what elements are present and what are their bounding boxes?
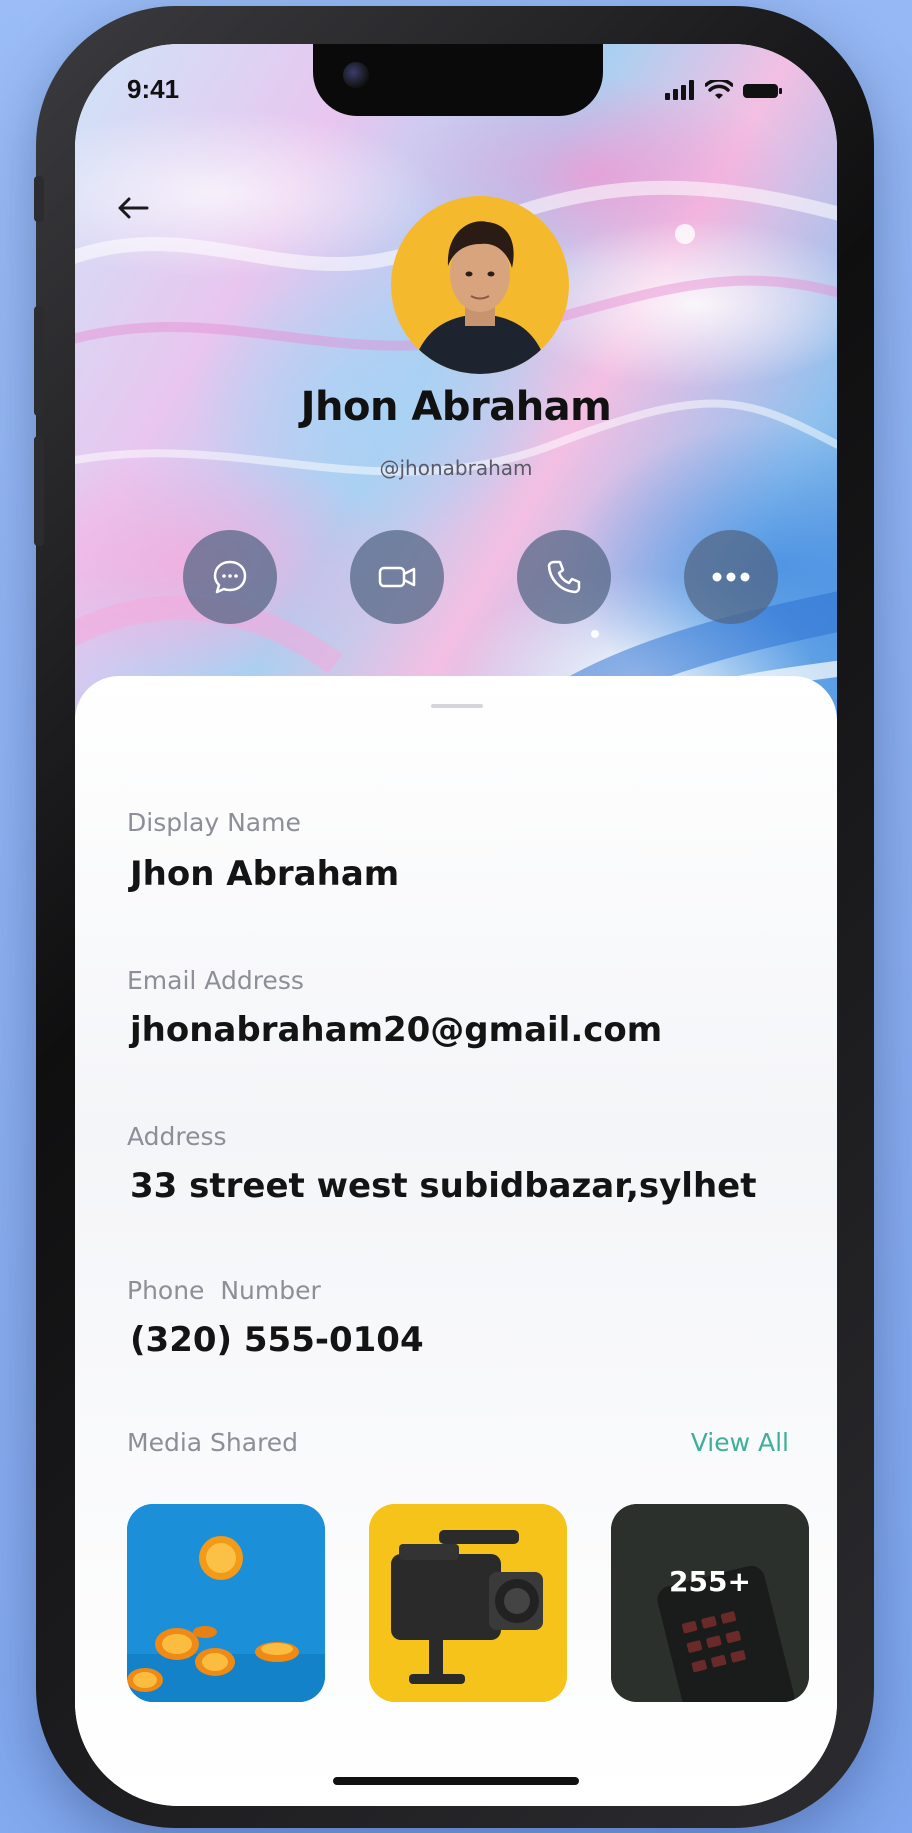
- status-icons: [665, 78, 783, 100]
- battery-icon: [743, 84, 782, 98]
- avatar[interactable]: [391, 196, 569, 374]
- phone-value: (320) 555-0104: [130, 1320, 424, 1360]
- video-call-button[interactable]: [350, 530, 444, 624]
- signal-icon: [665, 80, 694, 100]
- front-camera: [343, 62, 369, 88]
- action-buttons: [75, 530, 837, 624]
- mute-switch: [34, 176, 44, 222]
- arrow-left-icon: [118, 197, 149, 219]
- media-thumb-oranges[interactable]: [127, 1504, 325, 1702]
- media-thumb-camera[interactable]: [369, 1504, 567, 1702]
- screen: 9:41 Jhon Abraham @jhonabraham Display N…: [75, 44, 837, 1806]
- email-value: jhonabraham20@gmail.com: [130, 1010, 663, 1050]
- more-button[interactable]: [684, 530, 778, 624]
- more-dots-icon: [712, 572, 750, 582]
- phone-icon: [547, 560, 581, 594]
- profile-name: Jhon Abraham: [300, 384, 612, 430]
- view-all-link[interactable]: View All: [691, 1428, 789, 1457]
- oranges-image: [127, 1504, 325, 1702]
- address-label: Address: [127, 1122, 227, 1151]
- voice-call-button[interactable]: [517, 530, 611, 624]
- media-shared-label: Media Shared: [127, 1428, 299, 1457]
- status-time: 9:41: [127, 74, 180, 104]
- avatar-portrait: [411, 221, 549, 374]
- wifi-icon: [705, 80, 733, 99]
- profile-handle: @jhonabraham: [379, 456, 533, 480]
- home-indicator[interactable]: [333, 1777, 579, 1785]
- address-value: 33 street west subidbazar,sylhet: [130, 1166, 757, 1206]
- media-thumb-more[interactable]: 255+: [611, 1504, 809, 1702]
- email-label: Email Address: [127, 966, 304, 995]
- details-sheet: Display Name Jhon Abraham Email Address …: [75, 676, 837, 1806]
- back-button[interactable]: [113, 190, 153, 226]
- message-button[interactable]: [183, 530, 277, 624]
- display-name-value: Jhon Abraham: [130, 854, 400, 894]
- video-camera-icon: [378, 566, 416, 588]
- sheet-handle[interactable]: [431, 704, 483, 708]
- display-name-label: Display Name: [127, 808, 301, 837]
- volume-down-button: [34, 436, 44, 546]
- media-more-count: 255+: [669, 1564, 751, 1598]
- chat-bubble-icon: [213, 560, 247, 594]
- volume-up-button: [34, 306, 44, 416]
- camera-image: [369, 1504, 567, 1702]
- phone-label: Phone Number: [127, 1276, 321, 1305]
